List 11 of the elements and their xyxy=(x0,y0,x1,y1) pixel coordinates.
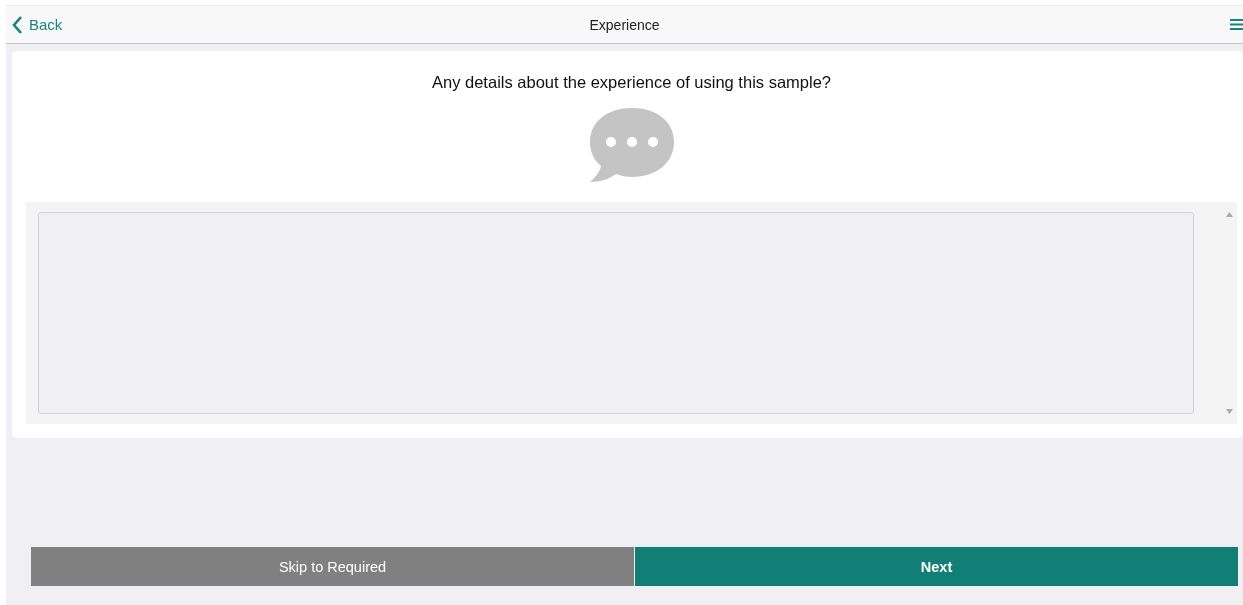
chevron-left-icon xyxy=(12,15,23,34)
skip-button[interactable]: Skip to Required xyxy=(31,547,634,586)
scroll-up-icon[interactable] xyxy=(1226,212,1233,217)
scroll-down-icon[interactable] xyxy=(1226,409,1233,414)
answer-field[interactable] xyxy=(38,212,1194,414)
speech-bubble-icon xyxy=(588,108,675,182)
question-text: Any details about the experience of using this sample? xyxy=(432,73,831,92)
menu-icon[interactable] xyxy=(1230,18,1243,31)
back-button[interactable]: Back xyxy=(6,15,63,34)
next-button[interactable]: Next xyxy=(635,547,1238,586)
page-title: Experience xyxy=(589,16,660,33)
